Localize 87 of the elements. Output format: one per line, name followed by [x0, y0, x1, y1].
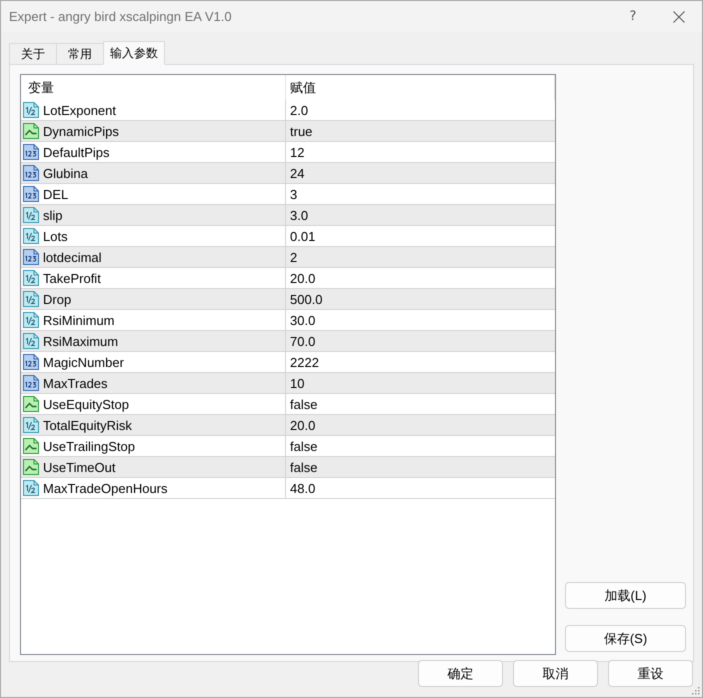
parameter-name: Drop [43, 292, 72, 306]
table-row[interactable]: MagicNumber 2222 [21, 352, 555, 373]
number-icon [23, 186, 39, 202]
value-cell-text: 2222 [289, 354, 320, 372]
value-cell-text: 20.0 [289, 270, 316, 288]
parameter-name: RsiMinimum [43, 312, 114, 328]
table-row[interactable]: slip 3.0 [21, 205, 555, 226]
value-cell-text: false [289, 438, 318, 456]
table-row[interactable]: Glubina 24 [21, 163, 555, 184]
parameter-name: RsiMaximum [43, 334, 118, 348]
value-cell-text: 500.0 [289, 290, 324, 308]
line-chart-icon [23, 123, 39, 139]
value-cell-text: 24 [289, 164, 306, 182]
line-chart-icon [23, 438, 39, 454]
fraction-icon [23, 291, 39, 307]
number-icon [23, 165, 39, 181]
value-cell-text: 0.01 [289, 228, 316, 246]
parameter-name: MaxTradeOpenHours [43, 480, 168, 496]
table-row[interactable]: UseTimeOut false [21, 457, 555, 478]
dialog-button[interactable]: 取消 [513, 660, 598, 687]
number-icon [23, 144, 39, 160]
line-chart-icon [23, 396, 39, 412]
table-row[interactable]: RsiMaximum 70.0 [21, 331, 555, 352]
dialog-button[interactable]: 确定 [418, 660, 503, 687]
value-cell-text: 20.0 [289, 416, 316, 434]
value-cell-text: 2 [289, 248, 298, 266]
parameter-name: DynamicPips [43, 124, 119, 138]
table-row[interactable]: TakeProfit 20.0 [21, 268, 555, 289]
table-row[interactable]: Lots 0.01 [21, 226, 555, 247]
value-cell-text: 3.0 [289, 206, 310, 224]
parameter-name: UseEquityStop [43, 396, 129, 412]
load-button[interactable]: 加载(L) [565, 582, 686, 609]
parameter-name: Lots [43, 228, 68, 244]
parameter-name: slip [43, 208, 63, 222]
value-cell-text: true [289, 122, 314, 140]
table-row[interactable]: MaxTrades 10 [21, 373, 555, 394]
parameter-name: DEL [43, 186, 68, 202]
value-cell-text: 12 [289, 144, 306, 162]
fraction-icon [23, 333, 39, 349]
table-row[interactable]: DEL 3 [21, 184, 555, 205]
parameter-name: UseTimeOut [43, 460, 116, 474]
table-row[interactable]: DynamicPips true [21, 121, 555, 142]
parameter-name: TakeProfit [43, 270, 101, 286]
parameter-name: MaxTrades [43, 376, 108, 390]
fraction-icon [23, 207, 39, 223]
number-icon [23, 249, 39, 265]
value-cell-text: false [289, 458, 318, 476]
window-title: Expert - angry bird xscalpingn EA V1.0 [9, 9, 233, 24]
parameter-name: LotExponent [43, 102, 116, 118]
tab[interactable]: 关于 [9, 43, 57, 64]
fraction-icon [23, 102, 39, 118]
dialog-button[interactable]: 重设 [608, 660, 693, 687]
parameter-name: lotdecimal [43, 250, 102, 264]
resize-grip-icon[interactable] [692, 687, 700, 695]
number-icon [23, 375, 39, 391]
parameter-name: TotalEquityRisk [43, 418, 132, 432]
value-cell-text: 2.0 [289, 102, 310, 120]
fraction-icon [23, 312, 39, 328]
value-cell-text: 10 [289, 374, 306, 392]
value-cell-text: false [289, 396, 318, 414]
table-row[interactable]: Drop 500.0 [21, 289, 555, 310]
parameter-name: DefaultPips [43, 144, 110, 160]
close-icon [673, 10, 685, 22]
table-row[interactable]: UseTrailingStop false [21, 436, 555, 457]
table-row[interactable]: TotalEquityRisk 20.0 [21, 415, 555, 436]
parameter-name: Glubina [43, 166, 88, 180]
fraction-icon [23, 228, 39, 244]
value-cell-text: 48.0 [289, 480, 316, 498]
help-button[interactable]: ? [610, 1, 656, 32]
table-row[interactable]: RsiMinimum 30.0 [21, 310, 555, 331]
tab[interactable]: 输入参数 [103, 41, 165, 65]
table-row[interactable]: MaxTradeOpenHours 48.0 [21, 478, 555, 499]
fraction-icon [23, 480, 39, 496]
fraction-icon [23, 417, 39, 433]
parameter-name: MagicNumber [43, 354, 124, 370]
table-row[interactable]: lotdecimal 2 [21, 247, 555, 268]
table-row[interactable]: DefaultPips 12 [21, 142, 555, 163]
number-icon [23, 354, 39, 370]
table-row[interactable]: LotExponent 2.0 [21, 100, 555, 121]
table-row[interactable]: UseEquityStop false [21, 394, 555, 415]
fraction-icon [23, 270, 39, 286]
parameter-name: UseTrailingStop [43, 438, 136, 454]
value-cell-text: 3 [289, 186, 298, 204]
line-chart-icon [23, 459, 39, 475]
save-button[interactable]: 保存(S) [565, 625, 686, 652]
value-cell-text: 30.0 [289, 312, 316, 330]
value-cell-text: 70.0 [289, 332, 316, 350]
